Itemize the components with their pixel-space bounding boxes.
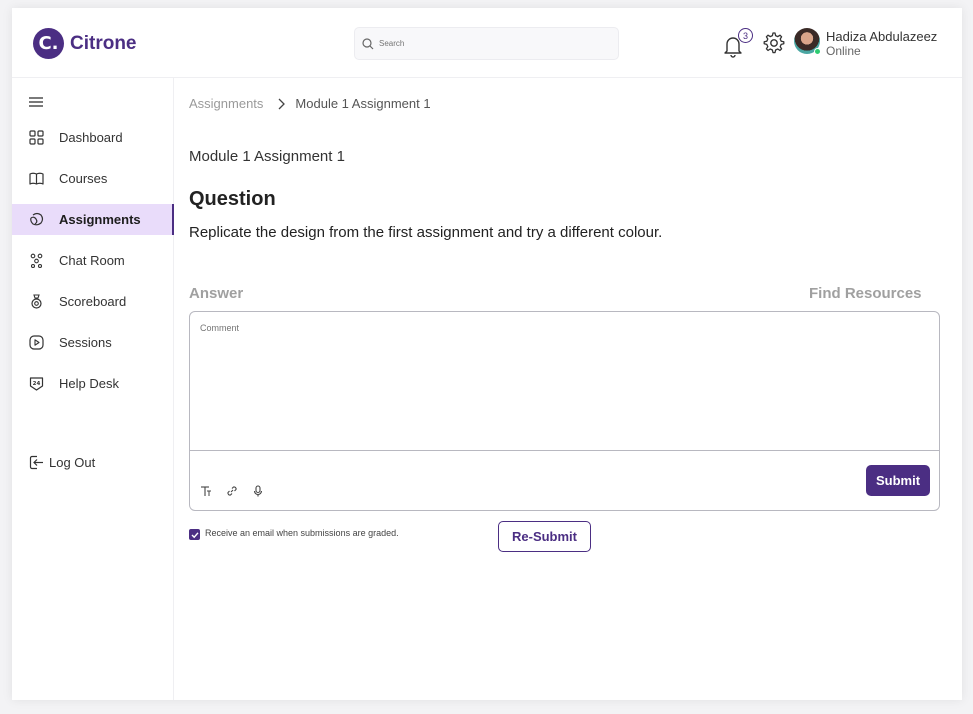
sidebar-item-label: Chat Room (59, 253, 125, 268)
answer-label: Answer (189, 285, 244, 302)
sidebar-item-label: Sessions (59, 335, 112, 350)
chevron-right-icon (277, 98, 287, 110)
search-input[interactable] (379, 39, 579, 48)
app-window: C. Citrone 3 Hadiza Abdulazeez Online (12, 8, 962, 700)
sidebar-item-sessions[interactable]: Sessions (12, 327, 173, 358)
sidebar-item-label: Help Desk (59, 376, 119, 391)
help-24-icon: 24 (29, 376, 44, 391)
find-resources-button[interactable]: Find Resources (809, 285, 922, 302)
search-icon (362, 37, 374, 49)
sidebar: Dashboard Courses Assignments Chat Room (12, 78, 174, 700)
sidebar-item-courses[interactable]: Courses (12, 163, 173, 194)
sidebar-item-label: Courses (59, 171, 108, 186)
online-status-dot (814, 48, 821, 55)
notification-badge: 3 (738, 28, 753, 43)
logo[interactable]: C. Citrone (33, 28, 137, 59)
logo-text: Citrone (70, 32, 137, 54)
book-icon (29, 171, 44, 186)
breadcrumb-current: Module 1 Assignment 1 (295, 96, 431, 111)
logout-button[interactable]: Log Out (29, 455, 95, 470)
scoreboard-icon (29, 294, 44, 309)
sidebar-item-label: Scoreboard (59, 294, 127, 309)
user-status: Online (826, 44, 861, 58)
logo-mark: C. (33, 28, 64, 59)
logout-icon (29, 455, 44, 470)
question-text: Replicate the design from the first assi… (189, 224, 663, 241)
grid-icon (29, 130, 44, 145)
email-notify-checkbox[interactable] (189, 529, 200, 540)
logout-label: Log Out (49, 455, 96, 470)
top-header: C. Citrone 3 Hadiza Abdulazeez Online (12, 8, 962, 78)
breadcrumb: Assignments Module 1 Assignment 1 (189, 96, 431, 111)
comment-textarea[interactable] (190, 312, 939, 451)
assignment-icon (29, 212, 44, 227)
svg-text:24: 24 (33, 381, 41, 387)
sidebar-item-help-desk[interactable]: 24 Help Desk (12, 368, 173, 399)
page-title: Module 1 Assignment 1 (189, 148, 345, 165)
checkmark-icon (191, 531, 199, 538)
text-format-icon[interactable] (200, 485, 212, 497)
microphone-icon[interactable] (252, 485, 264, 497)
email-notify-label[interactable]: Receive an email when submissions are gr… (205, 528, 399, 538)
search-bar[interactable] (354, 27, 619, 60)
question-heading: Question (189, 188, 276, 210)
sidebar-item-label: Dashboard (59, 130, 123, 145)
breadcrumb-parent[interactable]: Assignments (189, 96, 263, 111)
sidebar-item-label: Assignments (59, 212, 141, 227)
link-icon[interactable] (226, 485, 238, 497)
answer-editor: Submit (189, 311, 940, 511)
submit-button[interactable]: Submit (866, 465, 930, 496)
chat-icon (29, 253, 44, 268)
user-name: Hadiza Abdulazeez (826, 29, 938, 44)
play-icon (29, 335, 44, 350)
hamburger-menu-icon[interactable] (29, 96, 43, 108)
sidebar-item-scoreboard[interactable]: Scoreboard (12, 286, 173, 317)
resubmit-button[interactable]: Re-Submit (498, 521, 591, 552)
sidebar-item-chat-room[interactable]: Chat Room (12, 245, 173, 276)
gear-icon[interactable] (763, 32, 785, 54)
sidebar-item-dashboard[interactable]: Dashboard (12, 122, 173, 153)
sidebar-item-assignments[interactable]: Assignments (12, 204, 174, 235)
